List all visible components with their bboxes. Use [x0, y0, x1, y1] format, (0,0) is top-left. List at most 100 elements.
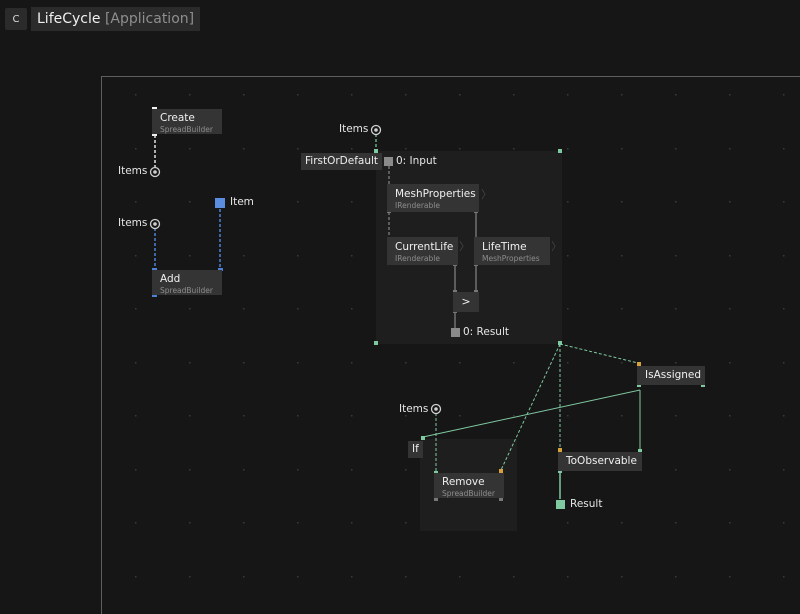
node-mesh-properties[interactable]: MeshProperties IRenderable [387, 184, 479, 212]
grid-dot [621, 94, 623, 96]
node-is-assigned-title: IsAssigned [645, 369, 702, 381]
node-mesh-properties-title: MeshProperties [395, 188, 476, 200]
grid-dot [135, 415, 137, 417]
grid-dot [459, 94, 461, 96]
grid-dot [189, 94, 191, 96]
grid-dot [729, 201, 731, 203]
region-pin-br [558, 341, 562, 345]
grid-dot [243, 362, 245, 364]
grid-dot [297, 576, 299, 578]
grid-dot [459, 148, 461, 150]
grid-dot [351, 415, 353, 417]
grid-dot [783, 469, 785, 471]
items-pin-first[interactable] [370, 124, 382, 136]
items-pin-add[interactable] [149, 218, 161, 230]
grid-dot [675, 201, 677, 203]
patch-type-button[interactable]: C [5, 8, 27, 30]
items-label-first: Items [339, 123, 369, 135]
result-out-pin[interactable] [556, 500, 565, 509]
grid-dot [783, 576, 785, 578]
grid-dot [351, 255, 353, 257]
grid-dot [783, 201, 785, 203]
node-remove[interactable]: Remove SpreadBuilder [434, 473, 504, 498]
grid-dot [621, 255, 623, 257]
node-greater-than[interactable]: > [453, 292, 479, 312]
grid-dot [567, 148, 569, 150]
current-life-chevron-icon: 〉 [459, 240, 470, 253]
grid-dot [675, 362, 677, 364]
grid-dot [621, 308, 623, 310]
grid-dot [351, 94, 353, 96]
node-first-or-default[interactable]: FirstOrDefault [301, 153, 383, 170]
patch-category: [Application] [104, 11, 195, 27]
grid-dot [351, 522, 353, 524]
grid-dot [135, 255, 137, 257]
grid-dot [567, 415, 569, 417]
grid-dot [297, 255, 299, 257]
node-add[interactable]: Add SpreadBuilder [152, 270, 222, 295]
grid-dot [189, 308, 191, 310]
grid-dot [621, 522, 623, 524]
node-to-observable[interactable]: ToObservable [558, 452, 642, 471]
grid-dot [405, 148, 407, 150]
region-pin-bl [374, 341, 378, 345]
grid-dot [135, 469, 137, 471]
items-pin-remove[interactable] [430, 403, 442, 415]
grid-dot [405, 469, 407, 471]
grid-dot [243, 308, 245, 310]
node-add-title: Add [160, 273, 181, 285]
grid-dot [729, 94, 731, 96]
items-pin-create[interactable] [149, 166, 161, 178]
grid-dot [189, 469, 191, 471]
grid-dot [297, 94, 299, 96]
grid-dot [243, 94, 245, 96]
grid-dot [675, 94, 677, 96]
grid-dot [297, 362, 299, 364]
mesh-properties-chevron-icon: 〉 [481, 188, 492, 201]
grid-dot [459, 362, 461, 364]
grid-dot [135, 522, 137, 524]
node-life-time-subtitle: MeshProperties [482, 254, 540, 263]
grid-dot [135, 308, 137, 310]
grid-dot [405, 522, 407, 524]
grid-dot [297, 201, 299, 203]
grid-dot [783, 308, 785, 310]
node-add-subtitle: SpreadBuilder [160, 286, 213, 295]
result-inner-pin[interactable] [451, 328, 460, 337]
items-label-remove: Items [399, 403, 429, 415]
node-remove-subtitle: SpreadBuilder [442, 489, 495, 498]
patch-canvas[interactable] [0, 0, 800, 614]
grid-dot [567, 362, 569, 364]
node-current-life[interactable]: CurrentLife IRenderable [387, 237, 458, 265]
items-label-create: Items [118, 165, 148, 177]
grid-dot [189, 148, 191, 150]
patch-name: LifeCycle [37, 11, 101, 27]
grid-dot [459, 576, 461, 578]
grid-dot [513, 576, 515, 578]
grid-dot [513, 148, 515, 150]
grid-dot [783, 94, 785, 96]
grid-dot [351, 148, 353, 150]
node-life-time[interactable]: LifeTime MeshProperties [474, 237, 550, 265]
link-first-isassigned [559, 343, 639, 364]
grid-dot [729, 576, 731, 578]
node-create-subtitle: SpreadBuilder [160, 125, 213, 134]
node-create[interactable]: Create SpreadBuilder [152, 109, 222, 134]
grid-dot [783, 148, 785, 150]
remove-out-port-r [499, 498, 503, 501]
grid-dot [351, 201, 353, 203]
input-label: 0: Input [396, 155, 437, 167]
remove-out-port-l [434, 498, 438, 501]
grid-dot [297, 469, 299, 471]
node-if[interactable]: If [408, 441, 423, 458]
grid-dot [729, 362, 731, 364]
grid-dot [243, 255, 245, 257]
grid-dot [135, 94, 137, 96]
region-pin-tr [558, 149, 562, 153]
input-pin[interactable] [384, 157, 393, 166]
item-pin[interactable] [215, 198, 225, 208]
grid-dot [459, 415, 461, 417]
node-is-assigned[interactable]: IsAssigned [637, 366, 705, 385]
grid-dot [567, 94, 569, 96]
grid-dot [243, 522, 245, 524]
